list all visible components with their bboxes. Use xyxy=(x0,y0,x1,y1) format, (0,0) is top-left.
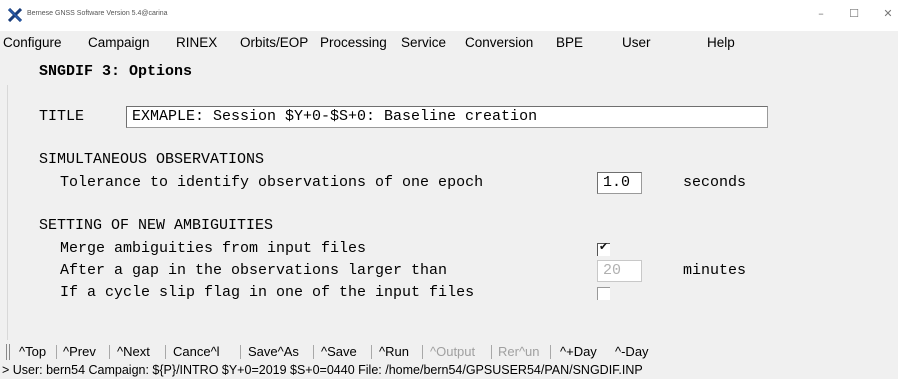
menu-bar: Configure Campaign RINEX Orbits/EOP Proc… xyxy=(0,31,898,53)
checkmark-icon: ✔ xyxy=(599,240,609,253)
merge-ambiguities-label: Merge ambiguities from input files xyxy=(60,240,367,257)
maximize-button[interactable]: ☐ xyxy=(846,7,862,20)
toolbar-separator xyxy=(240,345,241,359)
cancel-button[interactable]: Cance^l xyxy=(173,344,220,359)
panel-title: SNGDIF 3: Options xyxy=(39,63,193,80)
gap-unit: minutes xyxy=(683,262,747,279)
section-simultaneous-observations: SIMULTANEOUS OBSERVATIONS xyxy=(39,151,265,168)
toolbar-separator xyxy=(422,345,423,359)
window-title-bar: Bernese GNSS Software Version 5.4@carina… xyxy=(0,0,898,31)
top-button[interactable]: ^Top xyxy=(19,344,46,359)
cycle-slip-label: If a cycle slip flag in one of the input… xyxy=(60,284,475,301)
prev-button[interactable]: ^Prev xyxy=(63,344,96,359)
status-bar: > User: bern54 Campaign: ${P}/INTRO $Y+0… xyxy=(0,363,898,379)
toolbar-separator xyxy=(165,345,166,359)
bottom-toolbar: ^Top ^Prev ^Next Cance^l Save^As ^Save ^… xyxy=(0,340,898,363)
section-new-ambiguities: SETTING OF NEW AMBIGUITIES xyxy=(39,217,274,234)
tolerance-unit: seconds xyxy=(683,174,747,191)
rerun-button[interactable]: Rer^un xyxy=(498,344,540,359)
output-button[interactable]: ^Output xyxy=(430,344,475,359)
menu-conversion[interactable]: Conversion xyxy=(465,35,533,50)
toolbar-grip-icon[interactable] xyxy=(6,344,10,360)
save-button[interactable]: ^Save xyxy=(321,344,357,359)
menu-orbits-eop[interactable]: Orbits/EOP xyxy=(240,35,308,50)
menu-user[interactable]: User xyxy=(622,35,651,50)
merge-ambiguities-checkbox[interactable]: ✔ xyxy=(597,240,610,256)
window-title: Bernese GNSS Software Version 5.4@carina xyxy=(27,10,168,17)
tolerance-label: Tolerance to identify observations of on… xyxy=(60,174,484,191)
status-text: > User: bern54 Campaign: ${P}/INTRO $Y+0… xyxy=(2,363,643,377)
menu-rinex[interactable]: RINEX xyxy=(176,35,217,50)
toolbar-separator xyxy=(371,345,372,359)
minus-day-button[interactable]: ^-Day xyxy=(615,344,649,359)
toolbar-separator xyxy=(109,345,110,359)
gap-input[interactable]: 20 xyxy=(597,260,642,282)
menu-help[interactable]: Help xyxy=(707,35,735,50)
panel-left-rule xyxy=(7,85,8,340)
tolerance-input[interactable]: 1.0 xyxy=(597,172,642,194)
run-button[interactable]: ^Run xyxy=(379,344,409,359)
toolbar-separator xyxy=(56,345,57,359)
title-label: TITLE xyxy=(39,108,85,125)
next-button[interactable]: ^Next xyxy=(117,344,150,359)
toolbar-separator xyxy=(550,345,551,359)
save-as-button[interactable]: Save^As xyxy=(248,344,299,359)
menu-processing[interactable]: Processing xyxy=(320,35,387,50)
gap-label: After a gap in the observations larger t… xyxy=(60,262,448,279)
close-button[interactable]: ✕ xyxy=(880,7,896,20)
menu-configure[interactable]: Configure xyxy=(3,35,62,50)
toolbar-separator xyxy=(491,345,492,359)
menu-campaign[interactable]: Campaign xyxy=(88,35,150,50)
cycle-slip-checkbox[interactable] xyxy=(597,287,610,300)
title-input[interactable]: EXMAPLE: Session $Y+0-$S+0: Baseline cre… xyxy=(126,106,768,128)
toolbar-separator xyxy=(313,345,314,359)
menu-bpe[interactable]: BPE xyxy=(556,35,583,50)
minimize-button[interactable]: – xyxy=(813,7,829,20)
bernese-logo-icon xyxy=(8,8,22,22)
menu-service[interactable]: Service xyxy=(401,35,446,50)
plus-day-button[interactable]: ^+Day xyxy=(560,344,597,359)
